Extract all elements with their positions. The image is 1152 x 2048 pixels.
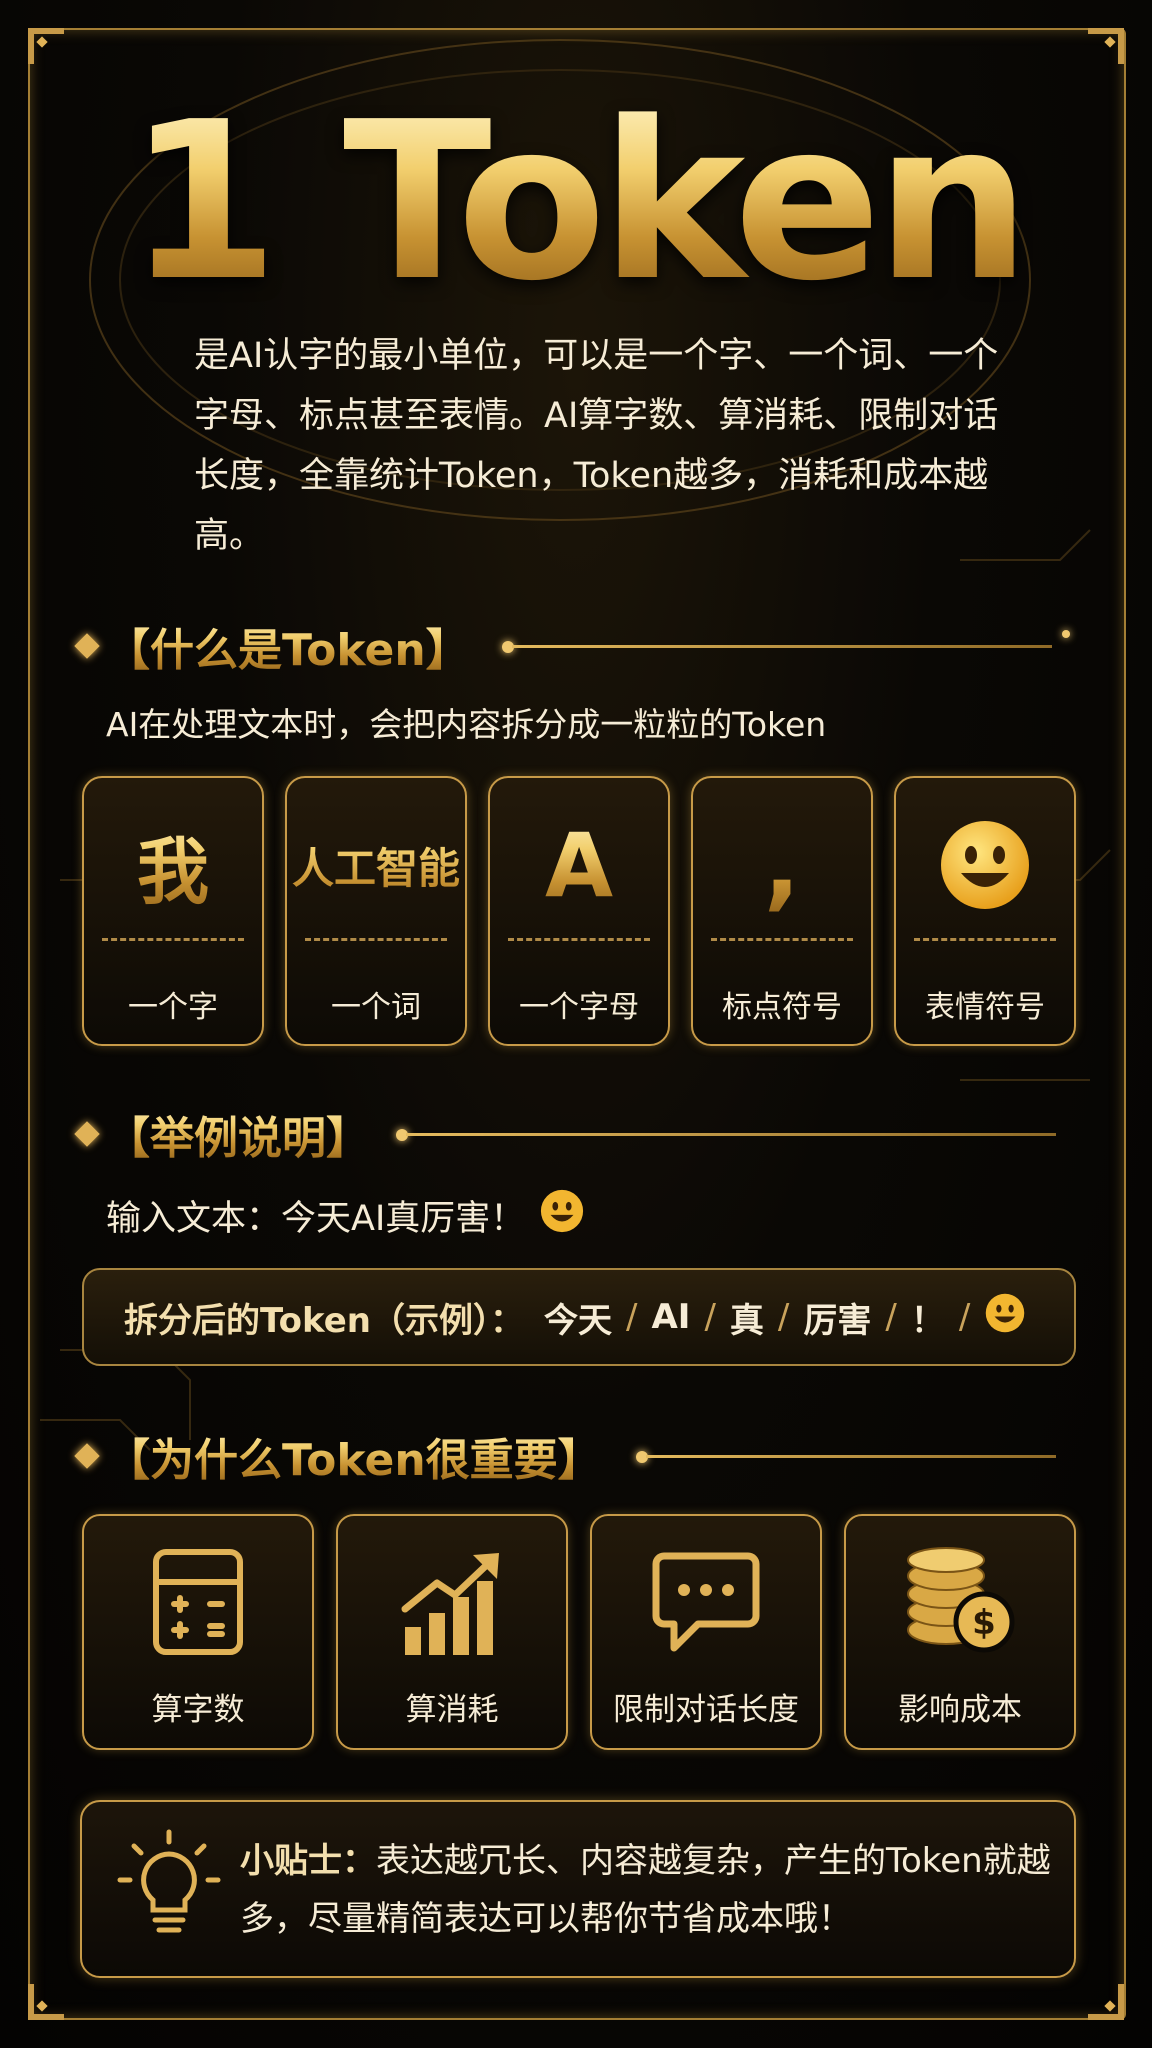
feature-label: 影响成本 (898, 1692, 1022, 1728)
feature-label: 算字数 (151, 1692, 245, 1728)
section1-subtitle: AI在处理文本时，会把内容拆分成一粒粒的Token (106, 705, 827, 744)
token-tile-character: 我 一个字 (82, 776, 264, 1046)
token-item: AI (651, 1297, 691, 1337)
token-separator: / (626, 1297, 638, 1337)
token-tile-letter: A 一个字母 (488, 776, 670, 1046)
tile-glyph: , (693, 809, 871, 921)
diamond-bullet-icon (74, 1121, 100, 1147)
tile-dashed-divider (508, 938, 650, 941)
tile-dashed-divider (305, 938, 447, 941)
tile-dashed-divider (711, 938, 853, 941)
diamond-bullet-icon (74, 1443, 100, 1469)
rising-bar-chart-icon (338, 1542, 566, 1662)
token-item: ！ (910, 1300, 945, 1341)
feature-label: 算消耗 (405, 1692, 499, 1728)
frame-corner-ornament (26, 26, 66, 66)
lightbulb-icon (114, 1828, 224, 1948)
token-separator: / (704, 1297, 716, 1337)
tip-text: 小贴士：表达越冗长、内容越复杂，产生的Token就越多，尽量精简表达可以帮你节省… (240, 1832, 1060, 1948)
tile-label: 表情符号 (925, 990, 1045, 1025)
frame-corner-ornament (26, 1982, 66, 2022)
tile-label: 标点符号 (722, 990, 842, 1025)
chat-bubble-icon (592, 1542, 820, 1662)
heading-divider-line (512, 645, 1052, 648)
feature-card-context-limit: 限制对话长度 (590, 1514, 822, 1750)
page-title: 1 Token (0, 88, 1152, 318)
feature-card-cost: $ 影响成本 (844, 1514, 1076, 1750)
smiley-emoji-icon (539, 1188, 585, 1243)
section-heading-why-important: 【为什么Token很重要】 (74, 1426, 602, 1486)
split-prefix-label: 拆分后的Token（示例）： (124, 1300, 524, 1341)
token-item: 厉害 (803, 1300, 872, 1341)
tile-glyph: 我 (84, 810, 262, 920)
intro-paragraph: 是AI认字的最小单位，可以是一个字、一个词、一个字母、标点甚至表情。AI算字数、… (194, 336, 999, 556)
section-heading-example: 【举例说明】 (74, 1104, 370, 1164)
tile-label: 一个字 (128, 990, 218, 1025)
token-type-tiles: 我 一个字 人工智能 一个词 A 一个字母 , 标点符号 表情符号 (82, 776, 1076, 1048)
smiley-emoji-icon (896, 810, 1074, 920)
heading-divider-line (646, 1455, 1056, 1458)
smiley-emoji-icon (984, 1292, 1026, 1343)
tile-glyph: A (490, 810, 668, 920)
feature-label: 限制对话长度 (613, 1692, 799, 1728)
token-split-example-box: 拆分后的Token（示例）： 今天 / AI / 真 / 厉害 / ！ / (82, 1268, 1076, 1366)
token-separator: / (885, 1297, 897, 1337)
tile-dashed-divider (914, 938, 1056, 941)
frame-corner-ornament (1086, 26, 1126, 66)
feature-card-consumption: 算消耗 (336, 1514, 568, 1750)
token-separator: / (777, 1297, 790, 1337)
heading-line-dot (1062, 630, 1070, 638)
feature-card-count: 算字数 (82, 1514, 314, 1750)
tile-dashed-divider (102, 938, 244, 941)
section-heading-what-is-token: 【什么是Token】 (74, 616, 470, 676)
tile-label: 一个词 (331, 990, 421, 1025)
calculator-icon (84, 1542, 312, 1662)
token-separator: / (958, 1297, 971, 1337)
token-tile-emoji: 表情符号 (894, 776, 1076, 1046)
coins-dollar-icon: $ (846, 1542, 1074, 1662)
token-tile-word: 人工智能 一个词 (285, 776, 467, 1046)
tip-label: 小贴士： (240, 1841, 376, 1881)
svg-text:$: $ (972, 1603, 996, 1643)
diamond-bullet-icon (74, 633, 100, 659)
frame-corner-ornament (1086, 1982, 1126, 2022)
token-tile-punctuation: , 标点符号 (691, 776, 873, 1046)
heading-divider-line (406, 1133, 1056, 1136)
token-item: 真 (729, 1300, 764, 1341)
tile-label: 一个字母 (519, 990, 639, 1025)
tip-box: 小贴士：表达越冗长、内容越复杂，产生的Token就越多，尽量精简表达可以帮你节省… (80, 1800, 1076, 1978)
tile-glyph: 人工智能 (287, 810, 465, 920)
importance-feature-cards: 算字数 算消耗 限制对话长度 $ 影响成本 (82, 1514, 1076, 1750)
token-item: 今天 (544, 1300, 612, 1341)
example-input-text: 输入文本：今天AI真厉害！ (106, 1188, 585, 1243)
